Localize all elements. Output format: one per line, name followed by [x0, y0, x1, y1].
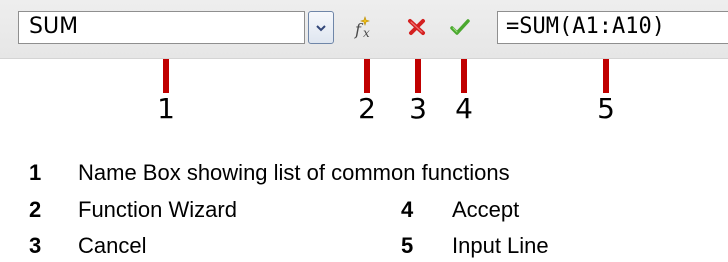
fx-icon: f x — [354, 16, 370, 39]
legend-number: 5 — [401, 233, 414, 258]
legend-number: 3 — [29, 233, 42, 258]
legend-number: 2 — [29, 197, 42, 222]
callout-line-5 — [603, 59, 609, 93]
legend-number: 4 — [401, 197, 414, 222]
svg-text:x: x — [363, 26, 370, 39]
callout-line-3 — [415, 59, 421, 93]
cancel-button[interactable] — [405, 15, 429, 39]
legend-text: Input Line — [452, 233, 549, 258]
callout-line-2 — [364, 59, 370, 93]
input-line[interactable]: =SUM(A1:A10) — [497, 11, 728, 44]
callout-number-3: 3 — [409, 92, 427, 125]
formula-toolbar: SUM f x =SUM(A1:A10) — [0, 0, 728, 59]
name-box[interactable]: SUM — [18, 11, 305, 44]
chevron-down-icon — [316, 25, 326, 32]
callout-number-1: 1 — [157, 92, 175, 125]
accept-button[interactable] — [448, 15, 472, 39]
legend-text: Function Wizard — [78, 197, 237, 222]
legend-number: 1 — [29, 160, 42, 185]
cancel-x-icon — [408, 19, 425, 35]
name-box-dropdown-button[interactable] — [308, 11, 334, 44]
callout-line-1 — [163, 59, 169, 93]
callout-number-2: 2 — [358, 92, 376, 125]
checkmark-icon — [450, 19, 470, 35]
callout-line-4 — [461, 59, 467, 93]
legend-text: Accept — [452, 197, 520, 222]
legend-text: Cancel — [78, 233, 147, 258]
function-wizard-button[interactable]: f x — [352, 15, 376, 39]
callout-number-5: 5 — [597, 92, 615, 125]
legend-text: Name Box showing list of common function… — [78, 160, 510, 185]
callout-number-4: 4 — [455, 92, 473, 125]
